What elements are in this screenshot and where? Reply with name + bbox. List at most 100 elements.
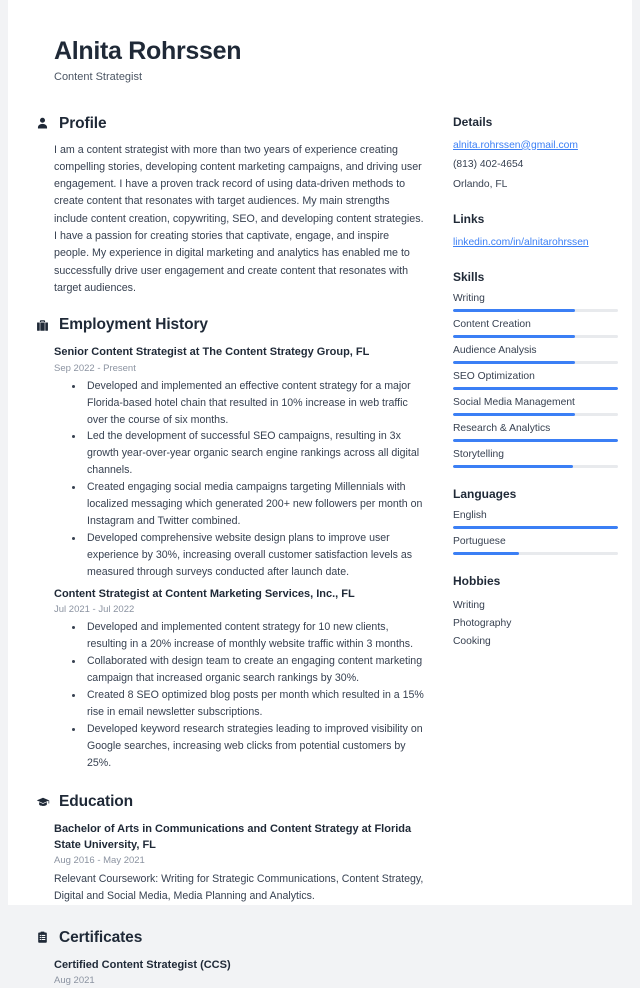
language-item: English	[453, 510, 618, 530]
list-item: Developed and implemented content strate…	[84, 619, 426, 653]
employment-entry: Senior Content Strategist at The Content…	[54, 345, 426, 580]
job-title-0: Senior Content Strategist at The Content…	[54, 346, 370, 359]
sidebar-section-languages: Languages English Portuguese	[453, 487, 618, 556]
skill-label: SEO Optimization	[453, 371, 535, 383]
sidebar-title-skills: Skills	[453, 270, 485, 285]
job-title-1: Content Strategist at Content Marketing …	[54, 587, 355, 600]
job-bullets-1: Developed and implemented content strate…	[54, 619, 426, 771]
skill-bar-fill	[453, 413, 576, 417]
skill-item: Storytelling	[453, 449, 618, 469]
skill-bar-fill	[453, 361, 576, 365]
language-bar-fill	[453, 526, 618, 530]
sidebar-section-skills: Skills Writing Content Creation Audience…	[453, 270, 618, 469]
job-date-0: Sep 2022 - Present	[54, 362, 136, 374]
language-bar	[453, 526, 618, 530]
sidebar-section-details: Details alnita.rohrssen@gmail.com (813) …	[453, 115, 618, 194]
skill-bar	[453, 361, 618, 365]
list-item: Created 8 SEO optimized blog posts per m…	[84, 687, 426, 721]
skill-bar	[453, 439, 618, 443]
sidebar-title-links: Links	[453, 212, 485, 227]
language-label: Portuguese	[453, 536, 506, 548]
skill-item: Research & Analytics	[453, 423, 618, 443]
profile-text: I am a content strategist with more than…	[54, 143, 424, 295]
sidebar-title-details: Details	[453, 114, 493, 129]
certificate-date: Aug 2021	[54, 974, 95, 986]
list-item: Developed keyword research strategies le…	[84, 721, 426, 772]
clipboard-icon	[35, 930, 50, 945]
phone-text: (813) 402-4654	[453, 159, 524, 171]
job-date-1: Jul 2021 - Jul 2022	[54, 604, 135, 616]
location-text: Orlando, FL	[453, 179, 508, 191]
hobby-item: Cooking	[453, 636, 491, 648]
sidebar-title-languages: Languages	[453, 487, 517, 502]
list-item: Collaborated with design team to create …	[84, 653, 426, 687]
skill-bar	[453, 465, 618, 469]
job-bullets-0: Developed and implemented an effective c…	[54, 378, 426, 581]
person-icon	[35, 116, 50, 131]
skill-item: Writing	[453, 293, 618, 313]
section-header-education: Education	[36, 793, 426, 811]
section-profile: Profile I am a content strategist with m…	[37, 114, 426, 298]
skill-label: Research & Analytics	[453, 423, 551, 435]
briefcase-icon	[35, 318, 50, 333]
skill-bar	[453, 309, 618, 313]
section-certificates: Certificates Certified Content Strategis…	[38, 928, 426, 986]
email-link[interactable]: alnita.rohrssen@gmail.com	[453, 138, 618, 154]
degree-description: Relevant Coursework: Writing for Strateg…	[54, 872, 424, 902]
job-title: Content Strategist	[54, 70, 143, 83]
resume-columns: Profile I am a content strategist with m…	[36, 114, 618, 988]
degree-title: Bachelor of Arts in Communications and C…	[54, 823, 412, 851]
hobby-item: Writing	[453, 600, 485, 612]
language-label: English	[453, 510, 487, 522]
skill-item: Social Media Management	[453, 397, 618, 417]
certificate-title: Certified Content Strategist (CCS)	[54, 958, 231, 971]
language-bar	[453, 552, 618, 556]
section-header-employment: Employment History	[37, 316, 426, 334]
section-title-profile: Profile	[59, 114, 107, 132]
skill-bar-fill	[453, 309, 576, 313]
language-bar-fill	[453, 552, 519, 556]
section-title-certificates: Certificates	[59, 928, 143, 946]
certificate-entry: Certified Content Strategist (CCS) Aug 2…	[54, 958, 426, 986]
sidebar-column: Details alnita.rohrssen@gmail.com (813) …	[453, 115, 618, 988]
list-item: Developed comprehensive website design p…	[84, 530, 426, 581]
education-entry: Bachelor of Arts in Communications and C…	[54, 822, 426, 904]
section-header-profile: Profile	[37, 114, 426, 133]
resume-header: Alnita Rohrssen Content Strategist	[54, 37, 598, 83]
sidebar-section-hobbies: Hobbies Writing Photography Cooking	[453, 574, 618, 651]
section-title-education: Education	[59, 793, 134, 811]
skill-label: Social Media Management	[453, 397, 575, 409]
employment-entry: Content Strategist at Content Marketing …	[54, 587, 426, 772]
language-item: Portuguese	[453, 536, 618, 556]
list-item: Created engaging social media campaigns …	[84, 479, 426, 530]
hobby-item: Photography	[453, 618, 512, 630]
skill-bar-fill	[453, 387, 618, 391]
list-item: Developed and implemented an effective c…	[84, 378, 426, 429]
graduation-cap-icon	[35, 795, 50, 810]
section-education: Education Bachelor of Arts in Communicat…	[36, 793, 426, 904]
linkedin-link[interactable]: linkedin.com/in/alnitarohrssen	[453, 235, 618, 251]
skill-item: SEO Optimization	[453, 371, 618, 391]
list-item: Led the development of successful SEO ca…	[84, 428, 426, 479]
skill-bar-fill	[453, 465, 574, 469]
skill-bar-fill	[453, 335, 576, 339]
sidebar-title-hobbies: Hobbies	[453, 574, 501, 589]
skill-bar	[453, 413, 618, 417]
skill-label: Storytelling	[453, 449, 504, 461]
skill-label: Writing	[453, 293, 485, 305]
section-header-certificates: Certificates	[38, 928, 426, 947]
section-title-employment: Employment History	[59, 316, 208, 334]
section-employment: Employment History Senior Content Strate…	[37, 316, 426, 772]
skill-item: Audience Analysis	[453, 345, 618, 365]
skill-item: Content Creation	[453, 319, 618, 339]
skill-bar	[453, 387, 618, 391]
main-column: Profile I am a content strategist with m…	[36, 114, 426, 988]
resume-page: Alnita Rohrssen Content Strategist Profi…	[8, 0, 632, 986]
skill-label: Content Creation	[453, 319, 531, 331]
skill-bar-fill	[453, 439, 618, 443]
sidebar-section-links: Links linkedin.com/in/alnitarohrssen	[453, 212, 618, 251]
skill-bar	[453, 335, 618, 339]
page-title: Alnita Rohrssen	[54, 37, 242, 65]
skill-label: Audience Analysis	[453, 345, 537, 357]
degree-date: Aug 2016 - May 2021	[54, 854, 145, 866]
